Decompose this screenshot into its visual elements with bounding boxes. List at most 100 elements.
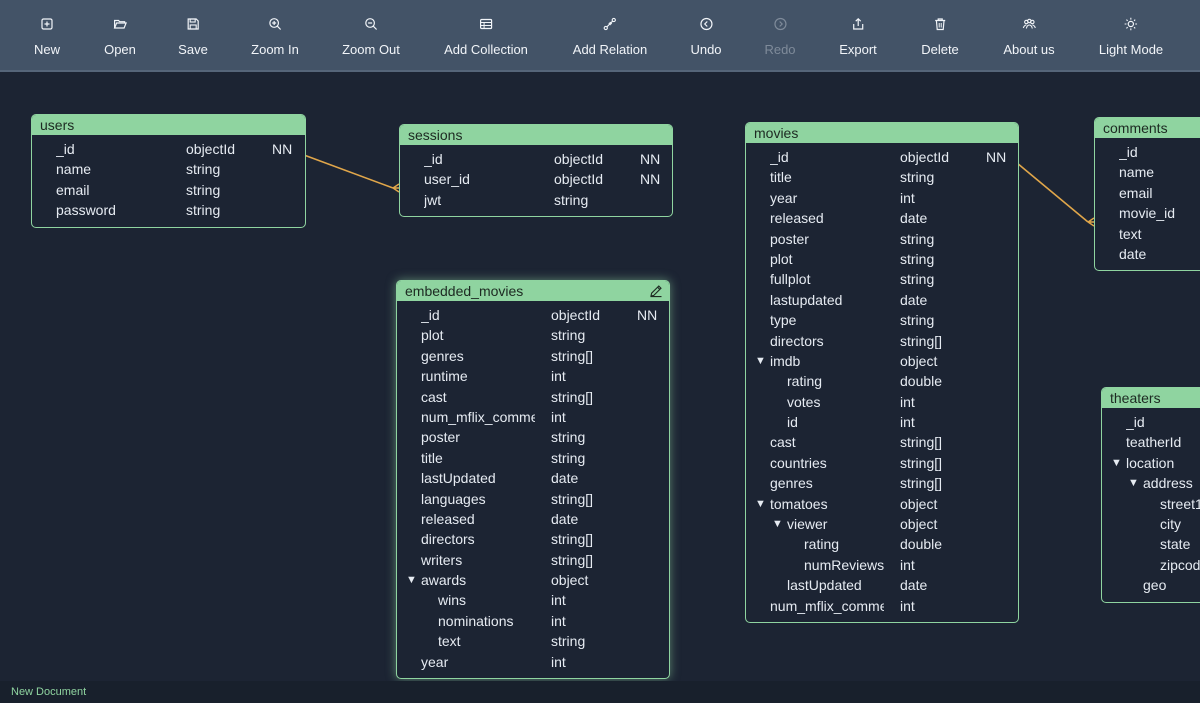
field-row[interactable]: runtime int bbox=[397, 366, 669, 386]
field-row[interactable]: ▼ imdb object bbox=[746, 351, 1018, 371]
field-row[interactable]: year int bbox=[397, 652, 669, 672]
field-row[interactable]: city bbox=[1102, 514, 1200, 534]
collection-comments[interactable]: comments _idname email movie_id text date bbox=[1094, 117, 1200, 272]
field-row[interactable]: title string bbox=[746, 167, 1018, 187]
zoom-out-button[interactable]: Zoom Out bbox=[342, 0, 400, 70]
field-row[interactable]: title string bbox=[397, 448, 669, 468]
expand-caret-icon[interactable]: ▼ bbox=[1128, 473, 1139, 493]
light-mode-button[interactable]: Light Mode bbox=[1099, 0, 1163, 70]
field-row[interactable]: text bbox=[1095, 224, 1200, 244]
expand-caret-icon[interactable]: ▼ bbox=[755, 351, 766, 371]
field-row[interactable]: genres string[] bbox=[397, 346, 669, 366]
field-row[interactable]: jwt string bbox=[400, 190, 672, 210]
field-row[interactable]: plot string bbox=[746, 249, 1018, 269]
collection-header[interactable]: sessions bbox=[400, 125, 672, 145]
collection-sessions[interactable]: sessions _id objectId NN user_id objectId NN jw… bbox=[399, 124, 673, 218]
field-row[interactable]: password string bbox=[32, 200, 305, 220]
field-row[interactable]: released date bbox=[746, 208, 1018, 228]
field-row[interactable]: name bbox=[1095, 162, 1200, 182]
field-row[interactable]: _id objectId NN bbox=[746, 147, 1018, 167]
field-row[interactable]: num_mflix_comme int bbox=[397, 407, 669, 427]
field-row[interactable]: lastUpdated date bbox=[746, 575, 1018, 595]
field-row[interactable]: ▼ address bbox=[1102, 473, 1200, 493]
collection-header[interactable]: movies bbox=[746, 123, 1018, 143]
field-row[interactable]: numReviews int bbox=[746, 555, 1018, 575]
about-us-button[interactable]: About us bbox=[1003, 0, 1055, 70]
field-row[interactable]: user_id objectId NN bbox=[400, 169, 672, 189]
field-row[interactable]: plot string bbox=[397, 325, 669, 345]
field-row[interactable]: directors string[] bbox=[397, 529, 669, 549]
field-row[interactable]: _id objectId NN bbox=[397, 305, 669, 325]
expand-caret-icon[interactable]: ▼ bbox=[772, 514, 783, 534]
field-row[interactable]: ▼ location bbox=[1102, 453, 1200, 473]
field-row[interactable]: rating double bbox=[746, 534, 1018, 554]
field-row[interactable]: countries string[] bbox=[746, 453, 1018, 473]
relation-line[interactable] bbox=[303, 154, 394, 189]
field-row[interactable]: zipcode bbox=[1102, 555, 1200, 575]
export-button[interactable]: Export bbox=[839, 0, 877, 70]
add-collection-button[interactable]: Add Collection bbox=[444, 0, 528, 70]
collection-movies[interactable]: movies _id objectId NN title string year int rel… bbox=[745, 122, 1019, 624]
field-row[interactable]: email string bbox=[32, 180, 305, 200]
field-row[interactable]: _id objectId NN bbox=[32, 139, 305, 159]
collection-header[interactable]: theaters bbox=[1102, 388, 1200, 408]
new-button[interactable]: New bbox=[34, 0, 60, 70]
field-row[interactable]: nominations int bbox=[397, 611, 669, 631]
redo-button[interactable]: Redo bbox=[764, 0, 796, 70]
field-row[interactable]: writers string[] bbox=[397, 550, 669, 570]
field-row[interactable]: fullplot string bbox=[746, 269, 1018, 289]
field-row[interactable]: genres string[] bbox=[746, 473, 1018, 493]
field-row[interactable]: languages string[] bbox=[397, 489, 669, 509]
open-button[interactable]: Open bbox=[104, 0, 136, 70]
field-row[interactable]: poster string bbox=[746, 229, 1018, 249]
field-row[interactable]: street1 bbox=[1102, 494, 1200, 514]
field-row[interactable]: text string bbox=[397, 631, 669, 651]
field-row[interactable]: ▼ viewer object bbox=[746, 514, 1018, 534]
field-row[interactable]: _id bbox=[1095, 142, 1200, 162]
expand-caret-icon[interactable]: ▼ bbox=[1111, 453, 1122, 473]
field-row[interactable]: cast string[] bbox=[397, 387, 669, 407]
field-row[interactable]: poster string bbox=[397, 427, 669, 447]
field-name: name bbox=[1119, 164, 1155, 181]
add-relation-button[interactable]: Add Relation bbox=[573, 0, 647, 70]
field-row[interactable]: lastupdated date bbox=[746, 290, 1018, 310]
field-row[interactable]: movie_id bbox=[1095, 203, 1200, 223]
field-row[interactable]: date bbox=[1095, 244, 1200, 264]
undo-button[interactable]: Undo bbox=[690, 0, 722, 70]
delete-button[interactable]: Delete bbox=[921, 0, 959, 70]
collection-users[interactable]: users _id objectId NN name string email string p… bbox=[31, 114, 306, 228]
field-row[interactable]: _id bbox=[1102, 412, 1200, 432]
field-row[interactable]: email bbox=[1095, 183, 1200, 203]
export-label: Export bbox=[839, 42, 877, 57]
field-row[interactable]: num_mflix_comme int bbox=[746, 596, 1018, 616]
collection-header[interactable]: embedded_movies bbox=[397, 281, 669, 301]
field-row[interactable]: type string bbox=[746, 310, 1018, 330]
field-row[interactable]: _id objectId NN bbox=[400, 149, 672, 169]
field-row[interactable]: ▼ tomatoes object bbox=[746, 494, 1018, 514]
collection-embedded-movies[interactable]: embedded_movies _id objectId NN plot string ge… bbox=[396, 280, 670, 680]
field-row[interactable]: directors string[] bbox=[746, 331, 1018, 351]
field-row[interactable]: votes int bbox=[746, 392, 1018, 412]
field-row[interactable]: id int bbox=[746, 412, 1018, 432]
diagram-canvas[interactable]: users _id objectId NN name string email string p… bbox=[0, 72, 1200, 681]
field-row[interactable]: teatherId bbox=[1102, 432, 1200, 452]
field-row[interactable]: wins int bbox=[397, 590, 669, 610]
collection-header[interactable]: users bbox=[32, 115, 305, 135]
field-row[interactable]: state bbox=[1102, 534, 1200, 554]
zoom-in-button[interactable]: Zoom In bbox=[251, 0, 299, 70]
field-row[interactable]: released date bbox=[397, 509, 669, 529]
collection-header[interactable]: comments bbox=[1095, 118, 1200, 138]
field-row[interactable]: lastUpdated date bbox=[397, 468, 669, 488]
field-row[interactable]: cast string[] bbox=[746, 432, 1018, 452]
field-row[interactable]: year int bbox=[746, 188, 1018, 208]
relation-line[interactable] bbox=[1016, 162, 1089, 223]
collection-theaters[interactable]: theaters _id teatherId ▼ location ▼ address str… bbox=[1101, 387, 1200, 603]
edit-pencil-icon[interactable] bbox=[649, 283, 663, 298]
expand-caret-icon[interactable]: ▼ bbox=[755, 494, 766, 514]
field-row[interactable]: rating double bbox=[746, 371, 1018, 391]
field-row[interactable]: ▼ awards object bbox=[397, 570, 669, 590]
save-button[interactable]: Save bbox=[178, 0, 208, 70]
field-row[interactable]: name string bbox=[32, 159, 305, 179]
expand-caret-icon[interactable]: ▼ bbox=[406, 570, 417, 590]
field-row[interactable]: geo bbox=[1102, 575, 1200, 595]
